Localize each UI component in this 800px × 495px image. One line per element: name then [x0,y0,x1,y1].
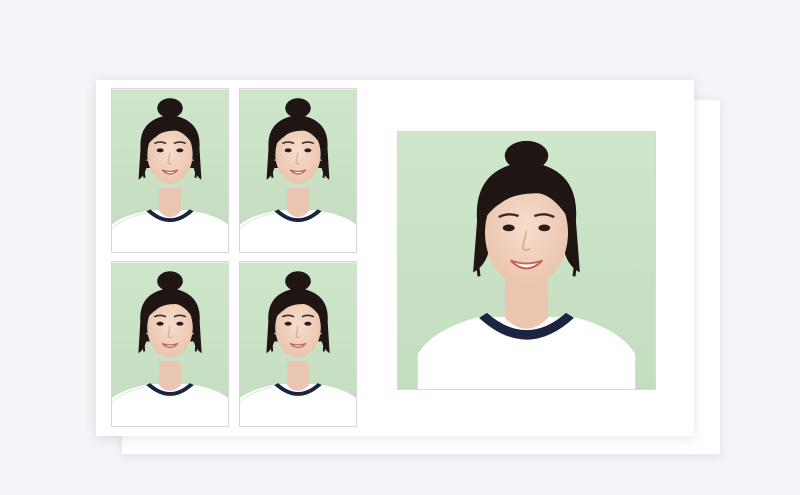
portrait-image [112,89,228,252]
portrait-image [240,89,356,252]
id-photo-small-1 [111,88,229,253]
portrait-image [240,262,356,426]
id-photo-small-2 [239,88,357,253]
portrait-image [112,262,228,426]
portrait-image [398,132,655,389]
id-photo-small-3 [111,261,229,427]
id-photo-small-4 [239,261,357,427]
id-photo-large [397,131,656,390]
print-sheet [96,80,694,436]
